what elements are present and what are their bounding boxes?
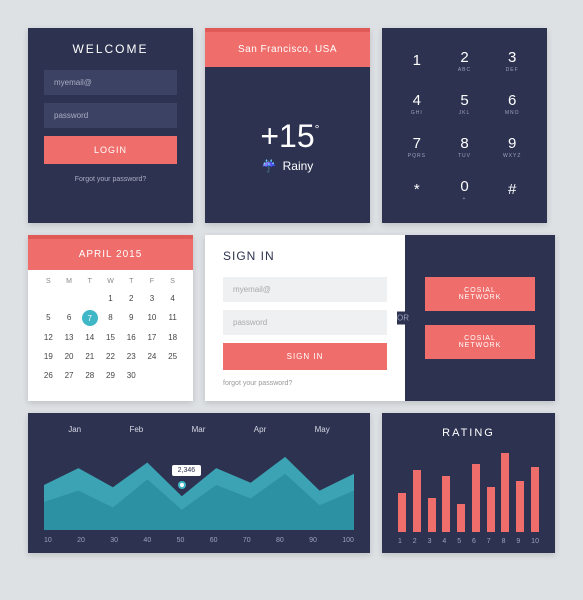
calendar-day-21[interactable]: 21 [79,349,100,364]
calendar-day-6[interactable]: 6 [59,310,80,326]
weather-body: +15° ☔ Rainy [205,67,370,223]
welcome-title: WELCOME [72,42,148,56]
calendar-day-16[interactable]: 16 [121,330,142,345]
keypad-key-4[interactable]: 4GHI [396,85,438,122]
calendar-day-24[interactable]: 24 [142,349,163,364]
calendar-day-12[interactable]: 12 [38,330,59,345]
calendar-day-empty [162,368,183,383]
rating-xaxis: 12345678910 [398,538,539,545]
social-network-button-1[interactable]: COSIAL NETWORK [425,277,535,311]
chart-xaxis: 102030405060708090100 [44,537,354,544]
calendar-day-2[interactable]: 2 [121,291,142,306]
signin-card: SIGN IN SIGN IN forgot your password? OR… [205,235,555,401]
rating-bar [531,467,539,532]
calendar-day-28[interactable]: 28 [79,368,100,383]
calendar-day-9[interactable]: 9 [121,310,142,326]
signin-email-input[interactable] [223,277,387,302]
weather-condition: ☔ Rainy [262,159,314,173]
rating-bar [398,493,406,533]
calendar-day-5[interactable]: 5 [38,310,59,326]
welcome-card: WELCOME LOGIN Forgot your password? [28,28,193,223]
calendar-day-22[interactable]: 22 [100,349,121,364]
keypad-key-8[interactable]: 8TUV [444,129,486,166]
keypad-key-7[interactable]: 7PQRS [396,129,438,166]
rating-bar [501,453,509,532]
calendar-day-23[interactable]: 23 [121,349,142,364]
rating-bars [398,453,539,532]
forgot-password-link[interactable]: Forgot your password? [75,176,147,183]
keypad-key-0[interactable]: 0+ [444,172,486,209]
temperature-value: +15° [260,118,314,155]
calendar-day-18[interactable]: 18 [162,330,183,345]
calendar-day-19[interactable]: 19 [38,349,59,364]
keypad-key-5[interactable]: 5JKL [444,85,486,122]
calendar-day-empty [38,291,59,306]
email-input[interactable] [44,70,177,95]
password-input[interactable] [44,103,177,128]
calendar-day-3[interactable]: 3 [142,291,163,306]
keypad-key-9[interactable]: 9WXYZ [491,129,533,166]
social-network-button-2[interactable]: COSIAL NETWORK [425,325,535,359]
calendar-day-10[interactable]: 10 [142,310,163,326]
calendar-day-empty [142,368,163,383]
calendar-day-4[interactable]: 4 [162,291,183,306]
keypad-key-1[interactable]: 1 [396,42,438,79]
rating-bar [516,481,524,532]
calendar-day-11[interactable]: 11 [162,310,183,326]
rating-bar [457,504,465,532]
signin-password-input[interactable] [223,310,387,335]
area-chart-svg [44,440,354,530]
calendar-day-7[interactable]: 7 [82,310,98,326]
rating-bar [472,464,480,532]
signin-button[interactable]: SIGN IN [223,343,387,370]
calendar-days-grid: 1234567891011121314151617181920212223242… [38,291,183,383]
keypad-key-3[interactable]: 3DEF [491,42,533,79]
keypad-key-6[interactable]: 6MNO [491,85,533,122]
calendar-day-20[interactable]: 20 [59,349,80,364]
chart-tooltip: 2,346 [172,465,202,476]
keypad: 12ABC3DEF 4GHI5JKL6MNO 7PQRS8TUV9WXYZ *0+# [382,28,547,223]
calendar-day-15[interactable]: 15 [100,330,121,345]
calendar-day-25[interactable]: 25 [162,349,183,364]
weather-card: San Francisco, USA +15° ☔ Rainy [205,28,370,223]
keypad-key-*[interactable]: * [396,172,438,209]
calendar-card: APRIL 2015 SMTWTFS 123456789101112131415… [28,235,193,401]
area-chart: JanFebMarAprMay 2,346 102030405060708090… [28,413,370,553]
rating-bar [487,487,495,532]
signin-title: SIGN IN [223,249,387,263]
calendar-day-8[interactable]: 8 [100,310,121,326]
calendar-day-29[interactable]: 29 [100,368,121,383]
signin-forgot-link[interactable]: forgot your password? [223,380,387,387]
calendar-day-27[interactable]: 27 [59,368,80,383]
calendar-day-13[interactable]: 13 [59,330,80,345]
rain-icon: ☔ [262,159,277,173]
calendar-title: APRIL 2015 [28,235,193,270]
calendar-day-30[interactable]: 30 [121,368,142,383]
calendar-day-1[interactable]: 1 [100,291,121,306]
calendar-dow-row: SMTWTFS [38,278,183,285]
or-divider: OR [397,312,409,325]
rating-bar [428,498,436,532]
calendar-day-17[interactable]: 17 [142,330,163,345]
rating-bar [413,470,421,532]
rating-chart: RATING 12345678910 [382,413,555,553]
weather-location: San Francisco, USA [205,28,370,67]
calendar-day-26[interactable]: 26 [38,368,59,383]
login-button[interactable]: LOGIN [44,136,177,164]
keypad-key-#[interactable]: # [491,172,533,209]
calendar-day-empty [79,291,100,306]
calendar-day-empty [59,291,80,306]
rating-bar [442,476,450,532]
rating-title: RATING [398,427,539,439]
calendar-day-14[interactable]: 14 [79,330,100,345]
keypad-key-2[interactable]: 2ABC [444,42,486,79]
chart-month-labels: JanFebMarAprMay [44,425,354,434]
